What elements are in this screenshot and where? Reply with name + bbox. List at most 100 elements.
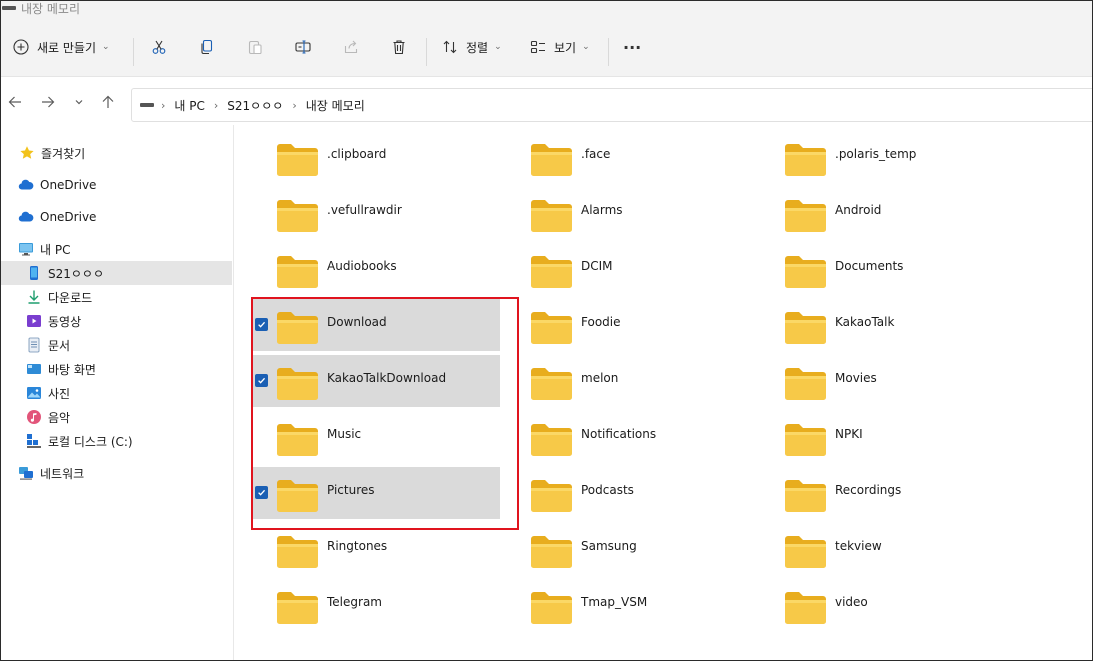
sidebar-item-label: 로컬 디스크 (C:) [48,434,133,449]
sidebar-item-label: OneDrive [40,178,97,192]
folder-icon [530,591,573,625]
folder-name: Audiobooks [327,259,397,273]
folder-item[interactable]: NPKI [760,411,1008,463]
up-button[interactable] [99,93,117,111]
folder-icon [530,423,573,457]
folder-item[interactable]: Audiobooks [252,243,500,295]
breadcrumb-chevron-icon: › [161,98,166,112]
folder-item[interactable]: Notifications [506,411,754,463]
folder-name: Android [835,203,882,217]
folder-item[interactable]: video [760,579,1008,631]
folder-name: .polaris_temp [835,147,917,161]
folder-name: NPKI [835,427,863,441]
address-bar[interactable]: › 내 PC › S21ㅇㅇㅇ › 내장 메모리 [131,88,1092,122]
folder-item[interactable]: tekview [760,523,1008,575]
folder-name: video [835,595,868,609]
more-options-icon: ··· [623,37,642,57]
sidebar-item-network[interactable]: 네트워크 [1,461,232,485]
folder-item[interactable]: .vefullrawdir [252,187,500,239]
cloud-icon [18,209,34,225]
folder-item[interactable]: melon [506,355,754,407]
view-list-icon [530,39,546,55]
folder-item[interactable]: Samsung [506,523,754,575]
folder-icon [530,255,573,289]
window-title: 내장 메모리 [21,2,81,16]
sidebar-item-onedrive-2[interactable]: OneDrive [1,205,232,229]
folder-name: tekview [835,539,882,553]
toolbar-divider [133,38,134,66]
arrow-left-icon [8,96,21,108]
sidebar-item-label: 다운로드 [48,290,93,305]
monitor-icon [18,241,34,257]
folder-item[interactable]: Documents [760,243,1008,295]
phone-icon [26,265,42,281]
drive-icon [2,6,16,10]
desktop-icon [26,361,42,377]
more-options-button[interactable]: ··· [623,17,641,77]
new-button[interactable]: 새로 만들기 ⌄ [13,17,110,77]
folder-item[interactable]: .clipboard [252,131,500,183]
recent-locations-button[interactable] [70,93,88,111]
sort-icon [442,39,458,55]
chevron-down-icon: ⌄ [102,42,110,52]
folder-item[interactable]: DCIM [506,243,754,295]
folder-icon [530,143,573,177]
sidebar-item-device[interactable]: S21ㅇㅇㅇ [1,261,232,285]
folder-name: Foodie [581,315,621,329]
folder-item[interactable]: Tmap_VSM [506,579,754,631]
forward-button[interactable] [39,93,57,111]
folder-item[interactable]: Recordings [760,467,1008,519]
sort-button[interactable]: 정렬 ⌄ [442,17,502,77]
scissors-icon [151,39,167,55]
folder-item[interactable]: Movies [760,355,1008,407]
folder-icon [784,367,827,401]
title-bar: 내장 메모리 [1,1,1092,17]
sidebar-item-favorites[interactable]: 즐겨찾기 [1,141,232,165]
folder-item[interactable]: Ringtones [252,523,500,575]
copy-button[interactable] [199,17,215,77]
copy-icon [199,39,215,55]
picture-icon [26,385,42,401]
folder-item[interactable]: .polaris_temp [760,131,1008,183]
share-button[interactable] [343,17,359,77]
sidebar-item-documents[interactable]: 문서 [1,333,232,357]
sidebar-item-desktop[interactable]: 바탕 화면 [1,357,232,381]
back-button[interactable] [6,93,24,111]
folder-icon [276,143,319,177]
folder-item[interactable]: Podcasts [506,467,754,519]
rename-button[interactable] [295,17,311,77]
folder-item[interactable]: Android [760,187,1008,239]
folder-icon [276,199,319,233]
sidebar-item-music[interactable]: 음악 [1,405,232,429]
folder-item[interactable]: .face [506,131,754,183]
folder-item[interactable]: Telegram [252,579,500,631]
folder-item[interactable]: Foodie [506,299,754,351]
folder-name: Telegram [327,595,382,609]
file-explorer-window: 내장 메모리 새로 만들기 ⌄ 정렬 ⌄ 보기 ⌄ ··· › 내 PC › S… [0,0,1093,661]
breadcrumb-my-pc[interactable]: 내 PC [174,97,204,114]
folder-item[interactable]: KakaoTalk [760,299,1008,351]
cut-button[interactable] [151,17,167,77]
view-button[interactable]: 보기 ⌄ [530,17,590,77]
sidebar-item-onedrive[interactable]: OneDrive [1,173,232,197]
clipboard-icon [247,39,263,55]
network-icon [18,465,34,481]
sidebar-item-downloads[interactable]: 다운로드 [1,285,232,309]
breadcrumb-internal-storage[interactable]: 내장 메모리 [306,97,365,114]
arrow-right-icon [42,96,55,108]
folder-item[interactable]: Alarms [506,187,754,239]
star-icon [19,145,35,161]
paste-button[interactable] [247,17,263,77]
sidebar-item-my-pc[interactable]: 내 PC [1,237,232,261]
folder-name: DCIM [581,259,613,273]
sidebar-item-videos[interactable]: 동영상 [1,309,232,333]
folder-icon [530,367,573,401]
delete-button[interactable] [391,17,407,77]
sidebar-item-label: 네트워크 [40,466,85,481]
drive-icon [140,103,154,107]
sidebar-item-local-disk[interactable]: 로컬 디스크 (C:) [1,429,232,453]
breadcrumb-device[interactable]: S21ㅇㅇㅇ [227,97,283,114]
document-icon [26,337,42,353]
folder-name: .vefullrawdir [327,203,402,217]
sidebar-item-pictures[interactable]: 사진 [1,381,232,405]
